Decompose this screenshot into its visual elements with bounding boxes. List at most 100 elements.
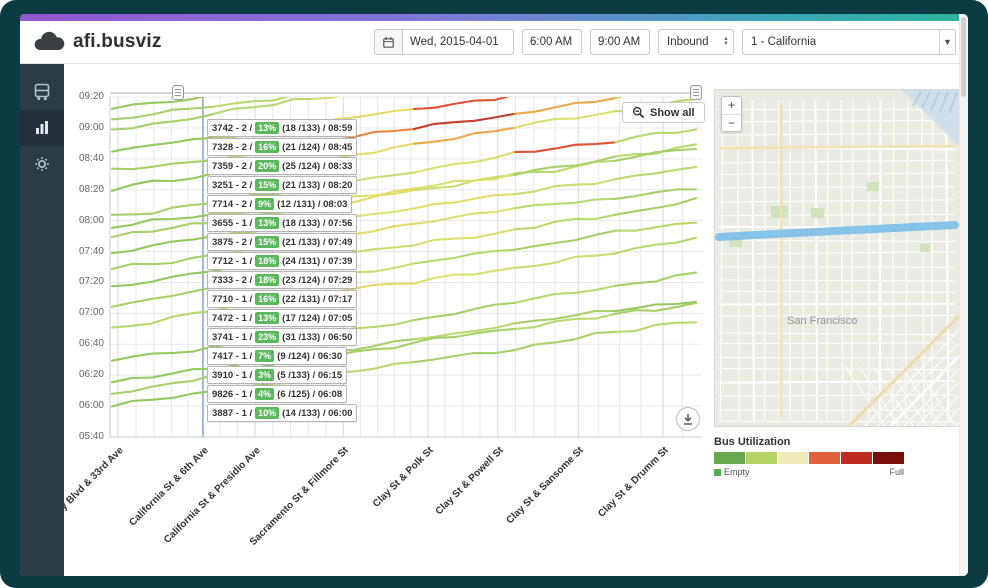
trip-label[interactable]: 3251 - 2 /15%(21 /133) / 08:20: [207, 176, 357, 194]
trip-label[interactable]: 3875 - 2 /15%(21 /133) / 07:49: [207, 233, 357, 251]
chevron-down-icon: ▼: [939, 30, 955, 54]
select-arrows-icon: ▲▼: [723, 37, 729, 47]
route-select[interactable]: 1 - California ▼: [742, 29, 956, 55]
trip-label[interactable]: 7710 - 1 /16%(22 /131) / 07:17: [207, 290, 357, 308]
trip-utilization-badge: 10%: [255, 407, 279, 419]
trip-label[interactable]: 7712 - 1 /18%(24 /131) / 07:39: [207, 252, 357, 270]
trip-detail: (21 /133) / 08:20: [282, 180, 352, 191]
trip-utilization-badge: 18%: [255, 274, 279, 286]
brush-track: [110, 92, 702, 94]
trip-id: 7472 - 1 /: [212, 313, 252, 324]
utilization-gradient: [714, 452, 904, 464]
right-panel: San Francisco + − Bus Utilization Empty: [714, 64, 968, 576]
date-group: [374, 29, 514, 55]
empty-swatch: [714, 469, 721, 476]
cloud-logo-icon: [32, 30, 66, 54]
trip-utilization-badge: 18%: [255, 255, 279, 267]
trip-detail: (21 /124) / 08:45: [282, 142, 352, 153]
trip-label[interactable]: 7333 - 2 /18%(23 /124) / 07:29: [207, 271, 357, 289]
trip-detail: (5 /133) / 06:15: [277, 370, 342, 381]
brush-handle-right[interactable]: [690, 85, 702, 100]
trip-id: 3655 - 1 /: [212, 218, 252, 229]
trip-utilization-badge: 9%: [255, 198, 274, 210]
utilization-gradient-step: [746, 452, 778, 464]
legend-empty-label: Empty: [724, 467, 750, 477]
trip-id: 3742 - 2 /: [212, 123, 252, 134]
trip-utilization-badge: 13%: [255, 312, 279, 324]
trip-utilization-badge: 15%: [255, 236, 279, 248]
trip-label[interactable]: 3655 - 1 /13%(18 /133) / 07:56: [207, 214, 357, 232]
utilization-gradient-step: [714, 452, 746, 464]
trip-utilization-badge: 7%: [255, 350, 274, 362]
header-controls: Inbound ▲▼ 1 - California ▼: [374, 29, 956, 55]
trip-label[interactable]: 3741 - 1 /23%(31 /133) / 06:50: [207, 328, 357, 346]
sidebar-item-chart[interactable]: [20, 110, 64, 146]
y-axis-tick: 09:00: [64, 122, 104, 133]
map-zoom-out-button[interactable]: −: [722, 114, 741, 131]
trip-label[interactable]: 9826 - 1 /4%(6 /125) / 06:08: [207, 385, 347, 403]
trip-label[interactable]: 7472 - 1 /13%(17 /124) / 07:05: [207, 309, 357, 327]
trip-detail: (9 /124) / 06:30: [277, 351, 342, 362]
legend: Bus Utilization Empty Full: [714, 436, 960, 477]
utilization-gradient-step: [873, 452, 904, 464]
trip-label[interactable]: 3742 - 2 /13%(18 /133) / 08:59: [207, 119, 357, 137]
trip-label[interactable]: 7328 - 2 /16%(21 /124) / 08:45: [207, 138, 357, 156]
calendar-button[interactable]: [374, 29, 402, 55]
logo: afi.busviz: [32, 30, 162, 54]
show-all-button[interactable]: Show all: [622, 102, 705, 123]
trip-detail: (6 /125) / 06:08: [277, 389, 342, 400]
direction-select[interactable]: Inbound ▲▼: [658, 29, 734, 55]
y-axis-tick: 06:00: [64, 400, 104, 411]
map-canvas: San Francisco: [715, 90, 959, 426]
trip-detail: (31 /133) / 06:50: [282, 332, 352, 343]
trip-id: 3910 - 1 /: [212, 370, 252, 381]
trip-detail: (24 /131) / 07:39: [282, 256, 352, 267]
y-axis-tick: 06:20: [64, 369, 104, 380]
date-input[interactable]: [402, 29, 514, 55]
trip-id: 7417 - 1 /: [212, 351, 252, 362]
scrollbar-thumb[interactable]: [961, 17, 966, 97]
trip-id: 7333 - 2 /: [212, 275, 252, 286]
trip-label[interactable]: 7359 - 2 /20%(25 /124) / 08:33: [207, 157, 357, 175]
y-axis-tick: 08:40: [64, 153, 104, 164]
legend-full-label: Full: [889, 467, 904, 477]
sidebar-item-settings[interactable]: [20, 146, 64, 182]
y-axis-tick: 07:40: [64, 246, 104, 257]
trip-utilization-badge: 23%: [255, 331, 279, 343]
start-time-input[interactable]: [522, 29, 582, 55]
y-axis-tick: 09:20: [64, 91, 104, 102]
chart-icon: [33, 119, 51, 137]
app-frame: afi.busviz I: [0, 0, 988, 588]
end-time-input[interactable]: [590, 29, 650, 55]
trip-utilization-badge: 20%: [255, 160, 279, 172]
trip-utilization-badge: 13%: [255, 122, 279, 134]
show-all-label: Show all: [650, 107, 695, 119]
gear-icon: [33, 155, 51, 173]
trip-label[interactable]: 3887 - 1 /10%(14 /133) / 06:00: [207, 404, 357, 422]
trip-label[interactable]: 3910 - 1 /3%(5 /133) / 06:15: [207, 366, 347, 384]
utilization-gradient-step: [809, 452, 841, 464]
trip-label[interactable]: 7714 - 2 /9%(12 /131) / 08:03: [207, 195, 352, 213]
scrollbar[interactable]: [959, 14, 968, 576]
y-axis-tick: 07:00: [64, 307, 104, 318]
app-card: afi.busviz I: [20, 14, 968, 576]
trip-detail: (21 /133) / 07:49: [282, 237, 352, 248]
trip-id: 7714 - 2 /: [212, 199, 252, 210]
trip-utilization-badge: 16%: [255, 141, 279, 153]
direction-value: Inbound: [667, 36, 709, 48]
y-axis-tick: 08:00: [64, 215, 104, 226]
download-button[interactable]: [676, 407, 700, 431]
trip-id: 7712 - 1 /: [212, 256, 252, 267]
map-zoom-in-button[interactable]: +: [722, 97, 741, 114]
trip-id: 9826 - 1 /: [212, 389, 252, 400]
map[interactable]: San Francisco + −: [714, 89, 960, 427]
trip-label[interactable]: 7417 - 1 /7%(9 /124) / 06:30: [207, 347, 347, 365]
trip-id: 3741 - 1 /: [212, 332, 252, 343]
sidebar-item-bus[interactable]: [20, 74, 64, 110]
marey-chart-wrap: Show all 09:2009:0008:4008:2008:0007:400…: [64, 89, 714, 571]
brush-handle-left[interactable]: [172, 85, 184, 100]
trip-detail: (12 /131) / 08:03: [277, 199, 347, 210]
map-city-label: San Francisco: [787, 315, 857, 327]
utilization-gradient-step: [841, 452, 873, 464]
trip-detail: (25 /124) / 08:33: [282, 161, 352, 172]
